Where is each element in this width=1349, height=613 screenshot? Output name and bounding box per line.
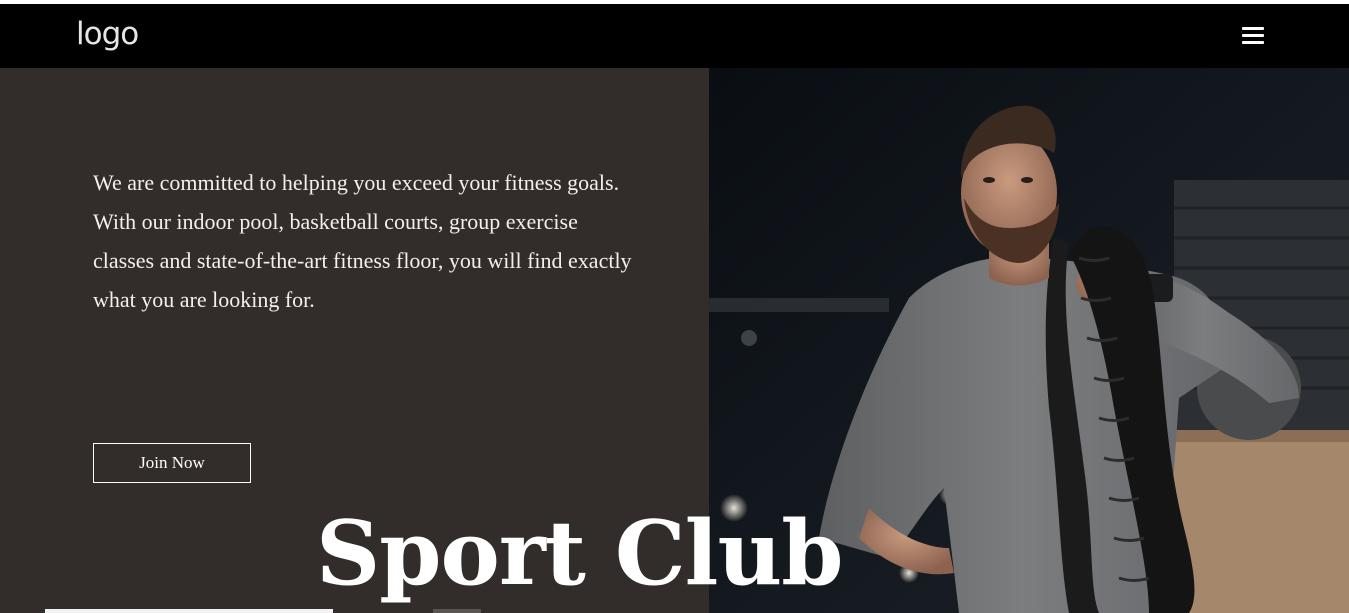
logo[interactable]: logo [76, 14, 139, 54]
hero-title: Sport Club [316, 500, 843, 605]
bottom-decor-bar [45, 609, 333, 613]
bottom-decor-bar [433, 609, 481, 613]
navbar: logo [0, 4, 1349, 68]
menu-bar [1242, 41, 1264, 44]
hamburger-menu-icon[interactable] [1239, 23, 1267, 49]
hero-description: We are committed to helping you exceed y… [93, 170, 632, 312]
menu-bar [1242, 27, 1264, 30]
join-now-button[interactable]: Join Now [93, 443, 251, 483]
menu-bar [1242, 34, 1264, 37]
